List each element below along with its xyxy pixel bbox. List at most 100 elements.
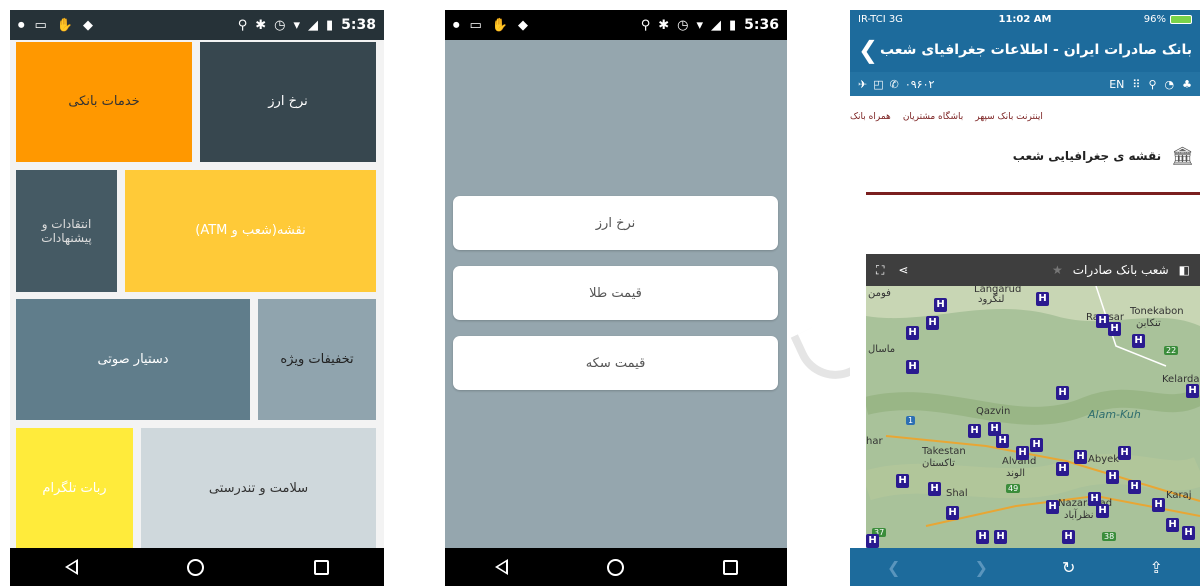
search-icon[interactable]: ⚲ [1148, 78, 1156, 91]
tile-telegram-bot[interactable]: ربات تلگرام [16, 428, 133, 550]
phone-icon[interactable]: ✆ [890, 78, 899, 91]
grid-icon[interactable]: ⠿ [1132, 78, 1140, 91]
map-label-langarud-fa: لنگرود [978, 294, 1005, 305]
branch-pin[interactable]: H [906, 360, 919, 374]
branch-pin[interactable]: H [896, 474, 909, 488]
sitemap-icon[interactable]: ♣ [1182, 78, 1192, 91]
share-icon[interactable]: ⋖ [898, 263, 908, 277]
tile-health[interactable]: سلامت و تندرستی [141, 428, 376, 550]
branch-pin[interactable]: H [866, 534, 879, 548]
branch-pin[interactable]: H [1152, 498, 1165, 512]
branch-pin[interactable]: H [1108, 322, 1121, 336]
branch-pin[interactable]: H [1036, 292, 1049, 306]
status-bar: ⏺ ▭ ✋ ◆ ⚲ ✱ ◷ ▾ ◢ ▮ 5:36 [445, 10, 787, 40]
phone-screen-branch-map: IR-TCI 3G 11:02 AM 96% ❮ بانک صادرات ایر… [850, 10, 1200, 586]
share-icon[interactable]: ⇪ [1150, 558, 1163, 577]
telegram-icon[interactable]: ✈ [858, 78, 867, 91]
gold-price-button[interactable]: قیمت طلا [453, 266, 778, 320]
site-toolbar: ✈ ◰ ✆ ۰۹۶۰۲ EN ⠿ ⚲ ◔ ♣ [850, 72, 1200, 96]
map-label-abyek: Abyek [1088, 454, 1120, 465]
branch-pin[interactable]: H [926, 316, 939, 330]
recent-apps-icon[interactable] [314, 559, 330, 575]
back-icon[interactable] [494, 559, 508, 575]
branch-pin[interactable]: H [1128, 480, 1141, 494]
branch-pin[interactable]: H [1182, 526, 1195, 540]
wifi-icon: ▾ [293, 17, 301, 33]
menu-item-customer-club[interactable]: باشگاه مشتریان [903, 112, 963, 122]
clock: 5:38 [341, 17, 376, 33]
map-label-karaj: Karaj [1166, 490, 1192, 501]
menu-item-internet-bank[interactable]: اینترنت بانک سپهر [975, 112, 1043, 122]
coin-price-button[interactable]: قیمت سکه [453, 336, 778, 390]
ios-status-bar: IR-TCI 3G 11:02 AM 96% [850, 10, 1200, 28]
branch-pin[interactable]: H [1096, 504, 1109, 518]
tile-branch-map[interactable]: نقشه(شعب و ATM) [125, 170, 376, 292]
recent-apps-icon[interactable] [722, 559, 738, 575]
button-label: قیمت سکه [585, 355, 646, 371]
tile-feedback[interactable]: انتقادات و پیشنهادات [16, 170, 117, 292]
home-icon[interactable] [606, 558, 624, 576]
branch-pin[interactable]: H [1186, 384, 1199, 398]
branch-pin[interactable]: H [996, 434, 1009, 448]
section-divider [866, 192, 1200, 195]
language-switch[interactable]: EN [1109, 78, 1124, 91]
branch-pin[interactable]: H [968, 424, 981, 438]
tile-label: نرخ ارز [268, 94, 308, 110]
tile-label: خدمات بانکی [68, 94, 140, 110]
android-nav-bar [445, 548, 787, 586]
home-icon[interactable] [187, 558, 205, 576]
phone-screen-home-menu: ⏺ ▭ ✋ ◆ ⚲ ✱ ◷ ▾ ◢ ▮ 5:38 نرخ ارز خدمات ب… [10, 10, 384, 586]
back-icon[interactable] [64, 559, 78, 575]
menu-item-mobile-bank[interactable]: همراه بانک [850, 112, 891, 122]
branch-map[interactable]: فومن Langarud لنگرود Ramsar Tonekabon تن… [866, 286, 1200, 548]
record-icon: ⏺ [453, 17, 460, 33]
browser-back-icon[interactable]: ❮ [887, 558, 900, 577]
branch-pin[interactable]: H [934, 298, 947, 312]
button-label: نرخ ارز [595, 215, 636, 231]
menu-label: باشگاه مشتریان [902, 112, 964, 122]
branch-pin[interactable]: H [906, 326, 919, 340]
bluetooth-icon: ✱ [658, 17, 670, 33]
branch-pin[interactable]: H [1118, 446, 1131, 460]
image-icon: ▭ [469, 17, 482, 33]
branch-pin[interactable]: H [1106, 470, 1119, 484]
branch-pin[interactable]: H [946, 506, 959, 520]
currency-rate-button[interactable]: نرخ ارز [453, 196, 778, 250]
browser-forward-icon[interactable]: ❯ [975, 558, 988, 577]
branch-pin[interactable]: H [928, 482, 941, 496]
branch-pin[interactable]: H [1030, 438, 1043, 452]
tile-special-discounts[interactable]: تخفیفات ویژه [258, 299, 376, 420]
tile-label: دستیار صوتی [97, 351, 169, 367]
tile-currency-rate[interactable]: نرخ ارز [200, 42, 376, 162]
signal-icon: ◢ [308, 17, 319, 33]
branch-pin[interactable]: H [1132, 334, 1145, 348]
map-label-nazarabad-fa: نظرآباد [1064, 510, 1094, 521]
branch-pin[interactable]: H [1056, 462, 1069, 476]
back-chevron-icon[interactable]: ❮ [858, 38, 878, 62]
road-shield: 49 [1006, 484, 1021, 493]
section-header: 🏛 نقشه ی جغرافیایی شعب [1013, 138, 1200, 174]
instagram-icon[interactable]: ◰ [873, 78, 883, 91]
branch-pin[interactable]: H [1046, 500, 1059, 514]
image-icon: ▭ [34, 17, 47, 33]
branch-pin[interactable]: H [1074, 450, 1087, 464]
branch-pin[interactable]: H [994, 530, 1007, 544]
fullscreen-icon[interactable]: ⛶ [876, 263, 884, 278]
star-icon[interactable]: ★ [1052, 263, 1063, 277]
rss-icon[interactable]: ◔ [1165, 78, 1175, 91]
branch-pin[interactable]: H [1056, 386, 1069, 400]
map-label-alamkuh: Alam-Kuh [1088, 408, 1141, 421]
wifi-icon: ▾ [696, 17, 704, 33]
tile-voice-assistant[interactable]: دستیار صوتی [16, 299, 250, 420]
branch-pin[interactable]: H [1166, 518, 1179, 532]
record-icon: ⏺ [18, 17, 25, 33]
branch-pin[interactable]: H [976, 530, 989, 544]
sidebar-toggle-icon[interactable]: ◧ [1179, 263, 1190, 277]
phone-screen-rates-menu: ⏺ ▭ ✋ ◆ ⚲ ✱ ◷ ▾ ◢ ▮ 5:36 نرخ ارز قیمت طل… [445, 10, 787, 586]
tile-label: تخفیفات ویژه [280, 351, 354, 367]
reload-icon[interactable]: ↻ [1062, 558, 1075, 577]
tile-banking-services[interactable]: خدمات بانکی [16, 42, 192, 162]
location-icon: ⚲ [237, 17, 248, 33]
branch-pin[interactable]: H [1062, 530, 1075, 544]
branch-pin[interactable]: H [1016, 446, 1029, 460]
